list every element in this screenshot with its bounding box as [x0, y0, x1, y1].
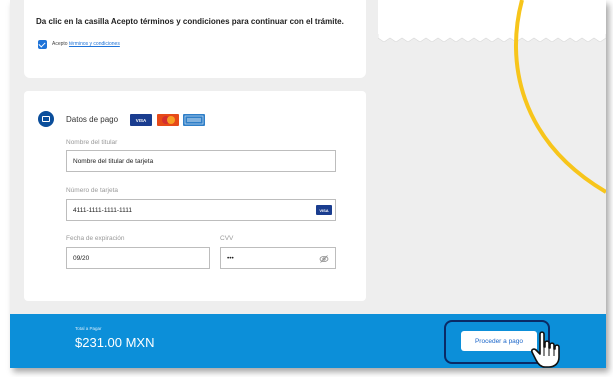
- card-number-input[interactable]: 4111-1111-1111-1111 VISA: [66, 199, 336, 221]
- holder-name-input[interactable]: Nombre del titular de tarjeta: [66, 150, 336, 172]
- terms-prefix: Acepto: [52, 41, 69, 47]
- terms-link[interactable]: términos y condiciones: [69, 41, 120, 47]
- card-icon: [38, 111, 54, 127]
- card-number-value: 4111-1111-1111-1111: [73, 206, 133, 214]
- terms-checkbox[interactable]: [38, 40, 47, 49]
- visa-logo-icon: VISA: [130, 114, 152, 126]
- hand-cursor-icon: [531, 331, 560, 368]
- cvv-input[interactable]: •••: [220, 247, 336, 269]
- terms-heading: Da clic en la casilla Acepto términos y …: [36, 17, 344, 26]
- holder-label: Nombre del titular: [66, 139, 118, 146]
- proceed-to-pay-button[interactable]: Proceder a pago: [461, 331, 537, 351]
- total-value: $231.00 MXN: [75, 335, 155, 350]
- expiry-input[interactable]: 09/20: [66, 247, 210, 269]
- expiry-value: 09/20: [73, 254, 90, 262]
- holder-name-value: Nombre del titular de tarjeta: [73, 157, 154, 165]
- visa-badge-icon: VISA: [316, 205, 332, 215]
- cvv-value: •••: [227, 254, 234, 262]
- total-label: Total a Pagar: [75, 326, 102, 331]
- card-number-label: Número de tarjeta: [66, 187, 119, 194]
- expiry-label: Fecha de expiración: [66, 235, 125, 242]
- mastercard-logo-icon: [157, 114, 179, 126]
- payment-title: Datos de pago: [66, 115, 119, 124]
- checkout-frame: Da clic en la casilla Acepto términos y …: [10, 0, 606, 368]
- decorative-arc: [514, 0, 606, 194]
- eye-off-icon[interactable]: [319, 254, 329, 264]
- terms-checkbox-label: Acepto términos y condiciones: [52, 41, 120, 47]
- amex-logo-icon: [183, 114, 205, 126]
- terms-card: [24, 0, 366, 78]
- cvv-label: CVV: [220, 235, 234, 242]
